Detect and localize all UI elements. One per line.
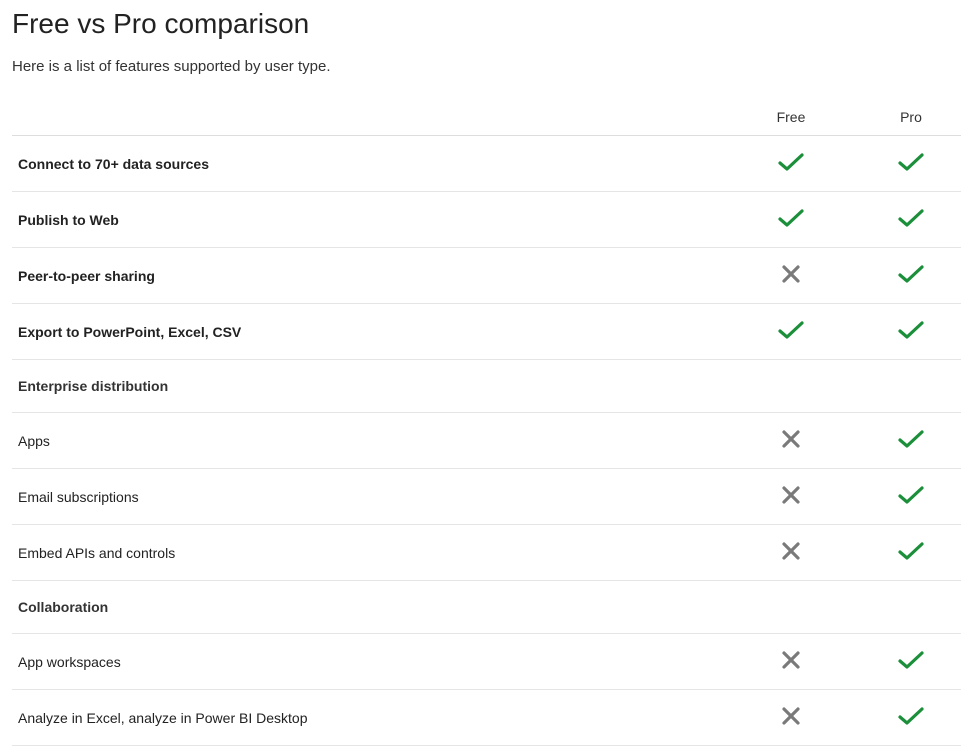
cross-icon: [781, 264, 801, 284]
free-cell: [721, 136, 861, 192]
feature-label: Email subscriptions: [12, 469, 721, 525]
feature-label: Embed APIs and controls: [12, 525, 721, 581]
check-icon: [897, 152, 925, 172]
cross-icon: [781, 429, 801, 449]
table-row: Connect to 70+ data sources: [12, 136, 961, 192]
table-row: App workspaces: [12, 634, 961, 690]
free-cell: [721, 304, 861, 360]
feature-label: Apps: [12, 413, 721, 469]
free-cell: [721, 192, 861, 248]
check-icon: [777, 152, 805, 172]
pro-cell: [861, 469, 961, 525]
pro-cell: [861, 413, 961, 469]
check-icon: [777, 208, 805, 228]
table-row: Export to PowerPoint, Excel, CSV: [12, 304, 961, 360]
page-title: Free vs Pro comparison: [12, 8, 961, 40]
pro-cell: [861, 192, 961, 248]
feature-label: Publish to Web: [12, 192, 721, 248]
pro-cell: [861, 304, 961, 360]
feature-label: Connect to 70+ data sources: [12, 136, 721, 192]
cross-icon: [781, 706, 801, 726]
table-row: Email subscriptions: [12, 469, 961, 525]
feature-label: Peer-to-peer sharing: [12, 248, 721, 304]
check-icon: [897, 429, 925, 449]
cross-icon: [781, 485, 801, 505]
column-header-feature: [12, 99, 721, 136]
table-row: Apps: [12, 413, 961, 469]
table-row: Embed APIs and controls: [12, 525, 961, 581]
feature-label: Export to PowerPoint, Excel, CSV: [12, 304, 721, 360]
check-icon: [777, 320, 805, 340]
free-cell: [721, 413, 861, 469]
table-row: Publish to Web: [12, 192, 961, 248]
section-header: Enterprise distribution: [12, 360, 961, 413]
free-cell: [721, 469, 861, 525]
free-cell: [721, 634, 861, 690]
column-header-pro: Pro: [861, 99, 961, 136]
section-label: Enterprise distribution: [12, 360, 961, 413]
column-header-free: Free: [721, 99, 861, 136]
page-subtitle: Here is a list of features supported by …: [12, 58, 961, 75]
table-row: Peer-to-peer sharing: [12, 248, 961, 304]
free-cell: [721, 248, 861, 304]
check-icon: [897, 541, 925, 561]
cross-icon: [781, 541, 801, 561]
pro-cell: [861, 525, 961, 581]
pro-cell: [861, 248, 961, 304]
check-icon: [897, 706, 925, 726]
check-icon: [897, 650, 925, 670]
pro-cell: [861, 136, 961, 192]
comparison-table: Free Pro Connect to 70+ data sourcesPubl…: [12, 99, 961, 746]
section-label: Collaboration: [12, 581, 961, 634]
check-icon: [897, 485, 925, 505]
free-cell: [721, 525, 861, 581]
check-icon: [897, 208, 925, 228]
check-icon: [897, 320, 925, 340]
section-header: Collaboration: [12, 581, 961, 634]
cross-icon: [781, 650, 801, 670]
check-icon: [897, 264, 925, 284]
feature-label: App workspaces: [12, 634, 721, 690]
pro-cell: [861, 634, 961, 690]
